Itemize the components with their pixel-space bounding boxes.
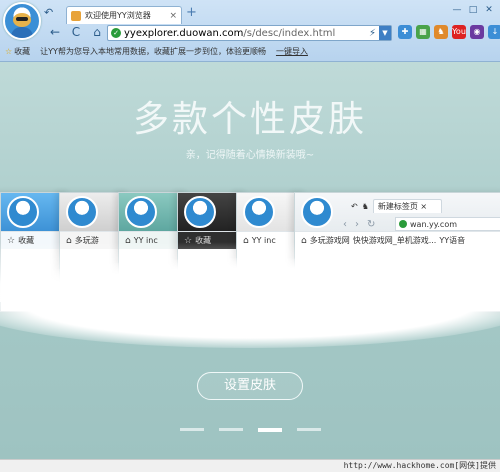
carousel-pagination [180, 428, 321, 432]
download-icon[interactable]: ↓ [488, 25, 500, 39]
preview-address-bar: wan.yy.com [395, 217, 500, 231]
back-icon: ‹ [343, 219, 347, 230]
url-dropdown-icon[interactable]: ▼ [379, 26, 391, 40]
yy-favicon-icon [71, 10, 81, 21]
page-indicator[interactable] [297, 428, 321, 431]
skin-avatar [301, 196, 333, 228]
tab-close-icon[interactable]: × [169, 11, 177, 21]
browser-chrome: ↶ 欢迎使用YY浏览器 × + — □ ✕ ← C ⌂ ✓ yyexplorer… [0, 0, 500, 62]
url-path: /s/desc/index.html [243, 27, 336, 39]
hero-title: 多款个性皮肤 [132, 99, 367, 140]
game-icon: ♞ [361, 201, 369, 211]
favorites-label: 收藏 [14, 46, 31, 56]
import-hint: 让YY帮为您导入本地常用数据，收藏扩展一步到位，体验更顺畅 [40, 46, 266, 56]
address-bar[interactable]: ✓ yyexplorer.duowan.com /s/desc/index.ht… [107, 25, 392, 41]
user-avatar[interactable] [3, 2, 41, 40]
star-icon: ☆ [5, 46, 13, 56]
skin-avatar [66, 196, 98, 228]
secure-icon [399, 220, 407, 228]
background-glow [0, 258, 500, 348]
minimize-button[interactable]: — [450, 4, 464, 16]
home-icon[interactable]: ⌂ [90, 25, 104, 39]
preview-url: wan.yy.com [410, 219, 458, 229]
speed-mode-icon[interactable]: ⚡ [366, 28, 379, 39]
skin-avatar [184, 196, 216, 228]
page-indicator[interactable] [219, 428, 243, 431]
hero-subtitle: 亲，记得随着心情换新装哦~ [185, 150, 315, 161]
favorites-button[interactable]: ☆ 收藏 [5, 46, 30, 57]
refresh-icon: ↻ [367, 219, 376, 230]
preview-tabbar: ↶ ♞ 新建标签页 × [351, 198, 443, 214]
preview-tab-title: 新建标签页 [377, 202, 418, 211]
grid-icon[interactable]: ▦ [416, 25, 430, 39]
youtube-icon[interactable]: You [452, 25, 466, 39]
puzzle-icon[interactable]: ✚ [398, 25, 412, 39]
undo-icon: ↶ [351, 201, 358, 211]
set-skin-button[interactable]: 设置皮肤 [197, 372, 303, 400]
avatar-eyes [16, 17, 28, 21]
undo-icon[interactable]: ↶ [44, 6, 53, 19]
url-host: yyexplorer.duowan.com [124, 27, 244, 39]
toolbar-icons: ✚ ▦ ♞ You ◉ ↓ [398, 25, 500, 39]
close-window-button[interactable]: ✕ [482, 4, 496, 16]
page-indicator[interactable] [258, 428, 282, 432]
page-indicator[interactable] [180, 428, 204, 431]
page-content: 多款个性皮肤 亲，记得随着心情换新装哦~ ☆ 收藏 ⌂ 多玩游 ⌂ YY inc ☆ 收… [0, 62, 500, 459]
avatar-body [11, 27, 33, 38]
preview-tab: 新建标签页 × [372, 199, 443, 213]
tab-title: 欢迎使用YY浏览器 [85, 11, 151, 20]
maximize-button[interactable]: □ [466, 4, 480, 16]
refresh-icon[interactable]: C [69, 25, 83, 39]
secure-icon: ✓ [111, 28, 121, 38]
forward-icon: › [355, 219, 359, 230]
skin-avatar [243, 196, 275, 228]
one-click-import-link[interactable]: 一键导入 [276, 46, 308, 57]
nav-buttons: ← C ⌂ [48, 25, 104, 39]
skin-avatar [7, 196, 39, 228]
skin-avatar [125, 196, 157, 228]
tab-welcome[interactable]: 欢迎使用YY浏览器 × [66, 6, 182, 24]
status-bar: http://www.hackhome.com[网侠]提供 [0, 459, 500, 472]
tab-close-icon: × [420, 202, 428, 211]
window-controls: — □ ✕ [450, 4, 496, 16]
back-icon[interactable]: ← [48, 25, 62, 39]
new-tab-button[interactable]: + [186, 5, 197, 20]
bookmarks-bar: ☆ 收藏 让YY帮为您导入本地常用数据，收藏扩展一步到位，体验更顺畅 一键导入 [0, 44, 500, 58]
media-icon[interactable]: ◉ [470, 25, 484, 39]
preview-nav: ‹ › ↻ [343, 219, 375, 230]
game-icon[interactable]: ♞ [434, 25, 448, 39]
